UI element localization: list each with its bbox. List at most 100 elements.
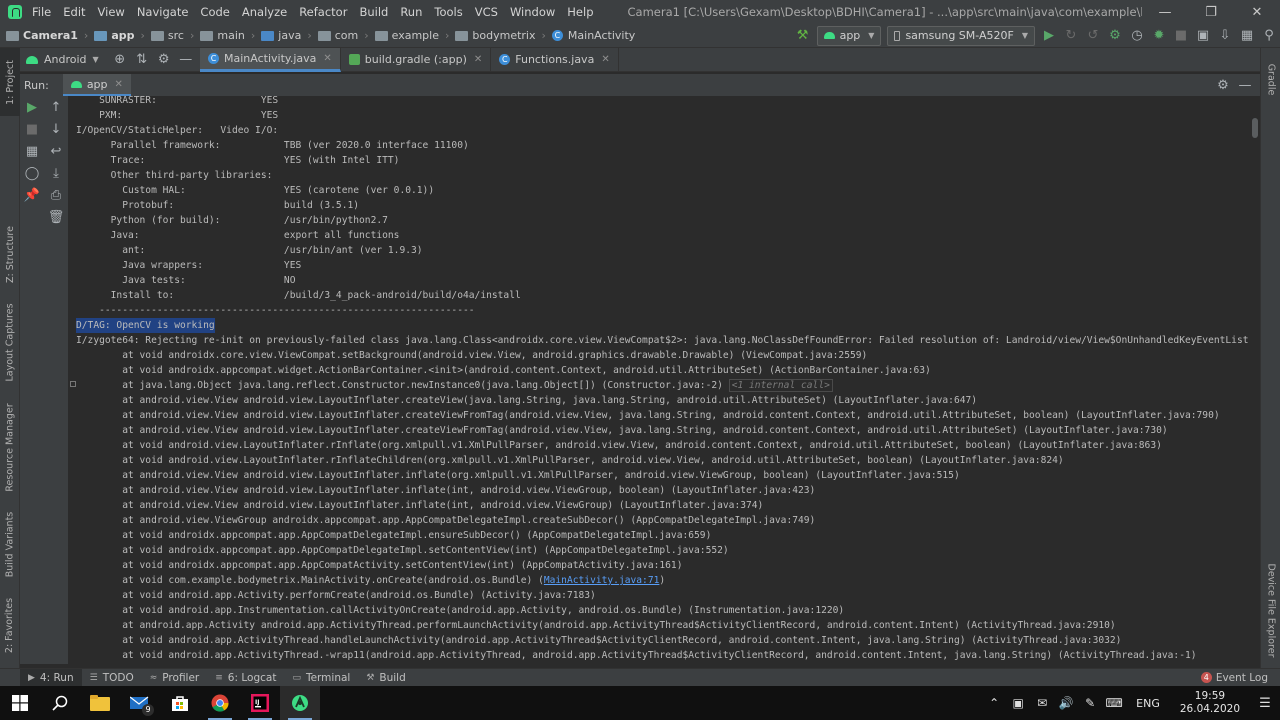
tool-tab-6-logcat[interactable]: ≡ 6: Logcat [207, 669, 284, 687]
tab-mainactivity[interactable]: C MainActivity.java ✕ [200, 47, 341, 72]
collapse-all-icon[interactable]: ⇅ [131, 49, 153, 71]
stop-icon[interactable]: ■ [21, 118, 43, 140]
menu-view[interactable]: View [92, 0, 131, 24]
breadcrumb-item-main[interactable]: main › [200, 29, 261, 42]
print-icon[interactable]: ⎙ [45, 184, 67, 206]
mail-icon[interactable]: 9 [120, 686, 160, 720]
scrollbar-thumb[interactable] [1252, 118, 1258, 138]
settings-gear-icon[interactable]: ⚙ [1212, 74, 1234, 96]
soft-wrap-icon[interactable]: ↩ [45, 140, 67, 162]
console-scrollbar[interactable] [1250, 96, 1260, 664]
settings-gear-icon[interactable]: ⚙ [153, 49, 175, 71]
scroll-down-icon[interactable]: ↓ [45, 118, 67, 140]
close-tab-icon[interactable]: ✕ [601, 54, 609, 65]
layout-captures-tool-tab[interactable]: Layout Captures [0, 296, 20, 388]
keyboard-icon[interactable]: ⌨ [1102, 696, 1126, 710]
folded-internal-calls[interactable]: <1 internal call> [728, 379, 833, 392]
pin-icon[interactable]: 📌 [21, 184, 43, 206]
event-log-button[interactable]: 4 Event Log [1200, 672, 1280, 684]
windows-start-icon[interactable] [0, 686, 40, 720]
input-language[interactable]: ENG [1136, 697, 1160, 710]
hide-icon[interactable]: — [175, 49, 197, 71]
menu-analyze[interactable]: Analyze [236, 0, 293, 24]
breadcrumb-item-src[interactable]: src › [150, 29, 200, 42]
pen-icon[interactable]: ✎ [1078, 696, 1102, 710]
show-hidden-icons-chevron-up-icon[interactable]: ⌃ [982, 696, 1006, 710]
hide-icon[interactable]: — [1234, 74, 1256, 96]
structure-tool-tab[interactable]: Z: Structure [0, 213, 20, 295]
profile-icon[interactable]: ◷ [1126, 25, 1148, 47]
tool-tab-4-run[interactable]: ▶ 4: Run [20, 668, 82, 687]
close-tab-icon[interactable]: ✕ [115, 79, 123, 90]
rerun-icon[interactable]: ▶ [21, 96, 43, 118]
run-configuration-select[interactable]: app ▼ [816, 25, 882, 46]
close-button[interactable]: ✕ [1234, 0, 1280, 24]
chrome-icon[interactable] [200, 686, 240, 720]
network-icon[interactable]: ▣ [1006, 696, 1030, 710]
camera-icon[interactable]: ◯ [21, 162, 43, 184]
search-icon[interactable] [40, 686, 80, 720]
tool-tab-profiler[interactable]: ≈ Profiler [142, 669, 208, 687]
menu-navigate[interactable]: Navigate [131, 0, 195, 24]
menu-vcs[interactable]: VCS [469, 0, 504, 24]
source-link[interactable]: MainActivity.java:71 [544, 575, 660, 586]
build-variants-tool-tab[interactable]: Build Variants [0, 504, 20, 584]
search-icon[interactable]: ⚲ [1258, 25, 1280, 47]
layout-icon[interactable]: ▦ [21, 140, 43, 162]
scroll-up-icon[interactable]: ↑ [45, 96, 67, 118]
apply-code-changes-icon[interactable]: ↺ [1082, 25, 1104, 47]
fold-expand-icon[interactable] [70, 381, 76, 387]
breadcrumb-item-app[interactable]: app › [94, 29, 151, 42]
minimize-button[interactable]: — [1142, 0, 1188, 24]
android-studio-icon[interactable] [280, 686, 320, 720]
menu-tools[interactable]: Tools [428, 0, 468, 24]
close-tab-icon[interactable]: ✕ [323, 53, 331, 64]
menu-run[interactable]: Run [394, 0, 428, 24]
debug-icon[interactable]: ⚙ [1104, 25, 1126, 47]
menu-code[interactable]: Code [194, 0, 235, 24]
maximize-button[interactable]: ❐ [1188, 0, 1234, 24]
menu-help[interactable]: Help [561, 0, 599, 24]
resource-manager-tool-tab[interactable]: Resource Manager [0, 393, 20, 501]
run-tab-app[interactable]: app ✕ [62, 74, 131, 96]
apply-changes-restart-icon[interactable]: ↻ [1060, 25, 1082, 47]
tab-build-gradle[interactable]: build.gradle (:app) ✕ [341, 47, 492, 72]
scroll-to-end-icon[interactable]: ⤓ [45, 162, 67, 184]
breadcrumb-item-mainactivity[interactable]: C MainActivity [551, 29, 635, 42]
tool-tab-todo[interactable]: ☰ TODO [82, 669, 142, 687]
breadcrumb-item-bodymetrix[interactable]: bodymetrix › [455, 29, 552, 42]
clear-all-trash-icon[interactable]: 🗑 [45, 206, 67, 228]
breadcrumb-item-com[interactable]: com › [317, 29, 375, 42]
run-icon[interactable]: ▶ [1038, 25, 1060, 47]
close-tab-icon[interactable]: ✕ [474, 54, 482, 65]
action-center-icon[interactable]: ☰ [1250, 696, 1280, 711]
avd-manager-icon[interactable]: ▣ [1192, 25, 1214, 47]
layout-inspector-icon[interactable]: ▦ [1236, 25, 1258, 47]
file-explorer-icon[interactable] [80, 686, 120, 720]
clock[interactable]: 19:59 26.04.2020 [1180, 690, 1240, 716]
stop-icon[interactable]: ■ [1170, 25, 1192, 47]
breadcrumb-item-java[interactable]: java › [261, 29, 317, 42]
gradle-tool-tab[interactable]: Gradle [1261, 54, 1280, 104]
menu-edit[interactable]: Edit [57, 0, 91, 24]
attach-debugger-icon[interactable]: ✹ [1148, 25, 1170, 47]
menu-build[interactable]: Build [353, 0, 394, 24]
make-project-hammer-icon[interactable]: ⚒ [792, 25, 814, 47]
run-console-output[interactable]: SUNRASTER: YES PXM: YES I/OpenCV/StaticHe… [68, 96, 1248, 664]
device-select[interactable]: samsung SM-A520F ▼ [887, 25, 1035, 46]
device-file-explorer-tool-tab[interactable]: Device File Explorer [1261, 558, 1280, 662]
breadcrumb-item-example[interactable]: example › [374, 29, 456, 42]
menu-refactor[interactable]: Refactor [293, 0, 353, 24]
project-tool-tab[interactable]: 1: Project [0, 48, 20, 116]
tab-functions[interactable]: C Functions.java ✕ [491, 47, 619, 72]
chat-icon[interactable]: ✉ [1030, 696, 1054, 710]
locate-file-icon[interactable]: ⊕ [109, 49, 131, 71]
tool-tab-terminal[interactable]: ▭ Terminal [284, 669, 358, 687]
speaker-icon[interactable]: 🔊 [1054, 696, 1078, 710]
intellij-icon[interactable]: IJ [240, 686, 280, 720]
tool-tab-build[interactable]: ⚒ Build [358, 669, 413, 687]
store-icon[interactable] [160, 686, 200, 720]
menu-window[interactable]: Window [504, 0, 561, 24]
project-view-select[interactable]: Android ▼ ⊕ ⇅ ⚙ — [20, 49, 200, 71]
breadcrumb-item-camera1[interactable]: Camera1 › [6, 29, 94, 42]
